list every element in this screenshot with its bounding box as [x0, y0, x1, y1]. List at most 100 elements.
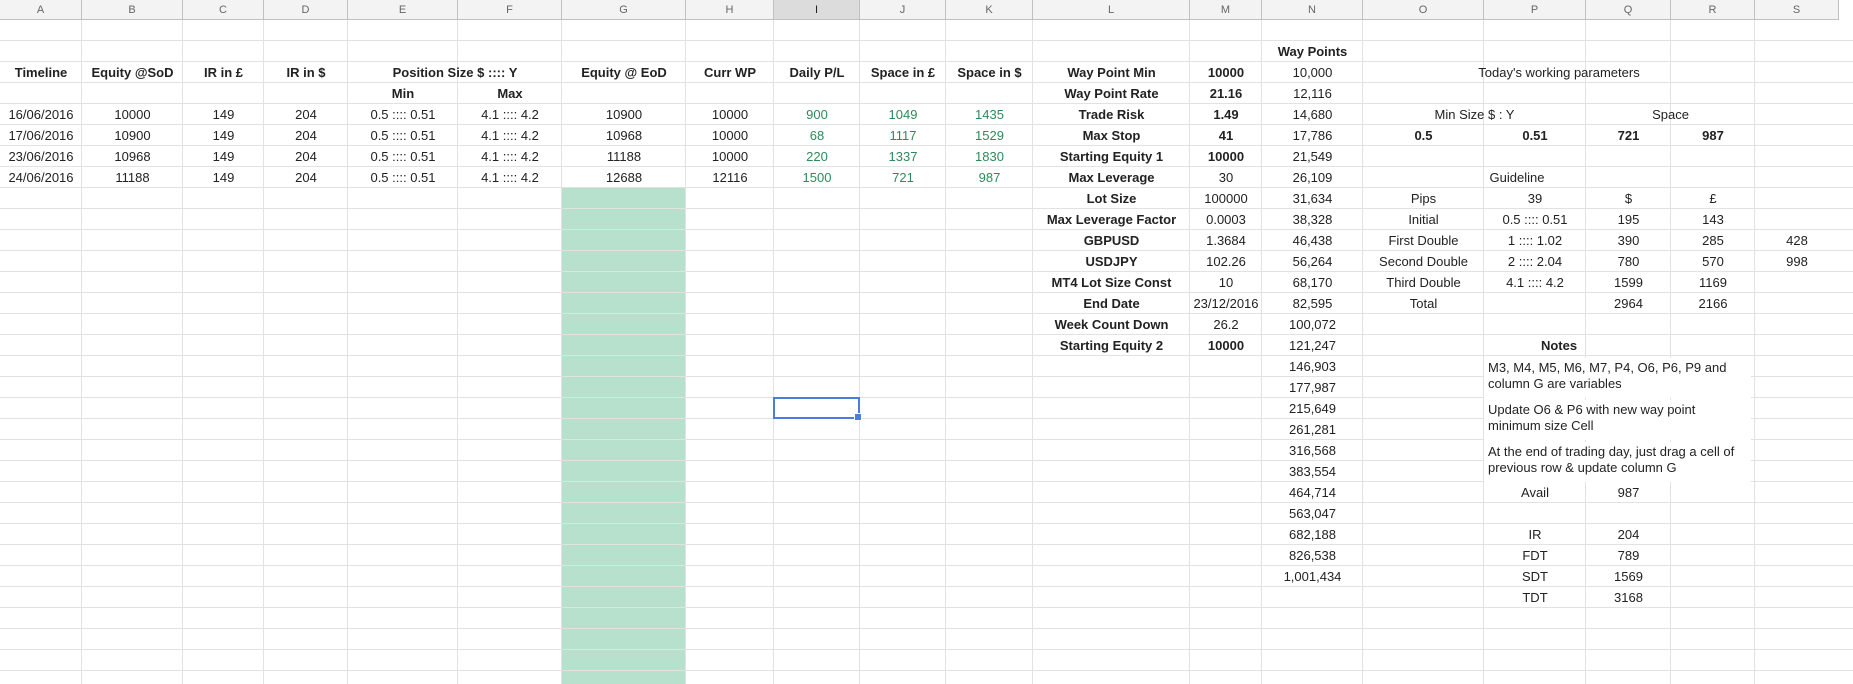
column-header-l[interactable]: L	[1033, 0, 1190, 20]
guideline-row-size[interactable]: 1 :::: 1.02	[1484, 230, 1586, 251]
data-cell-ir_gbp[interactable]: 149	[183, 146, 264, 167]
waypoint-value[interactable]: 21,549	[1262, 146, 1363, 167]
header-j[interactable]: Space in £	[860, 62, 946, 83]
header-g[interactable]: Equity @ EoD	[562, 62, 686, 83]
guideline-row-label[interactable]: First Double	[1363, 230, 1484, 251]
data-cell-ir_usd[interactable]: 204	[264, 125, 348, 146]
guideline-row-extra[interactable]	[1755, 293, 1839, 314]
data-cell-curr_wp[interactable]: 12116	[686, 167, 774, 188]
waypoint-value[interactable]: 12,116	[1262, 83, 1363, 104]
space-label[interactable]: Space	[1586, 104, 1755, 125]
guideline-row-extra[interactable]: 998	[1755, 251, 1839, 272]
param-label[interactable]: Max Leverage Factor	[1033, 209, 1190, 230]
guideline-row-usd[interactable]: 390	[1586, 230, 1671, 251]
data-cell-equity_eod[interactable]: 11188	[562, 146, 686, 167]
summary-label[interactable]: SDT	[1484, 566, 1586, 587]
space-usd[interactable]: 721	[1586, 125, 1671, 146]
data-cell-equity_eod[interactable]: 10900	[562, 104, 686, 125]
param-label[interactable]: Max Stop	[1033, 125, 1190, 146]
waypoint-value[interactable]: 464,714	[1262, 482, 1363, 503]
param-label[interactable]: Lot Size	[1033, 188, 1190, 209]
guideline-row-gbp[interactable]: 143	[1671, 209, 1755, 230]
waypoint-value[interactable]: 31,634	[1262, 188, 1363, 209]
data-cell-ir_gbp[interactable]: 149	[183, 104, 264, 125]
data-cell-space_usd[interactable]: 1529	[946, 125, 1033, 146]
column-header-i[interactable]: I	[774, 0, 860, 20]
column-header-r[interactable]: R	[1671, 0, 1755, 20]
waypoint-value[interactable]: 1,001,434	[1262, 566, 1363, 587]
column-header-g[interactable]: G	[562, 0, 686, 20]
param-value[interactable]: 26.2	[1190, 314, 1262, 335]
data-cell-space_gbp[interactable]: 1117	[860, 125, 946, 146]
notes-title[interactable]: Notes	[1363, 335, 1755, 356]
waypoint-value[interactable]: 146,903	[1262, 356, 1363, 377]
summary-label[interactable]	[1484, 503, 1586, 524]
summary-label[interactable]: FDT	[1484, 545, 1586, 566]
data-cell-space_gbp[interactable]: 1337	[860, 146, 946, 167]
column-header-d[interactable]: D	[264, 0, 348, 20]
space-gbp[interactable]: 987	[1671, 125, 1755, 146]
column-header-q[interactable]: Q	[1586, 0, 1671, 20]
guideline-pips-value[interactable]: 39	[1484, 188, 1586, 209]
data-cell-pos_min[interactable]: 0.5 :::: 0.51	[348, 167, 458, 188]
header-k[interactable]: Space in $	[946, 62, 1033, 83]
data-cell-equity_sod[interactable]: 10000	[82, 104, 183, 125]
data-cell-space_gbp[interactable]: 721	[860, 167, 946, 188]
data-cell-ir_usd[interactable]: 204	[264, 104, 348, 125]
spreadsheet-grid[interactable]: A B C D E F G H I J K L M N O P Q R S Timeline Equity @SoD IR…	[0, 0, 1853, 684]
param-label[interactable]: Way Point Min	[1033, 62, 1190, 83]
data-cell-space_usd[interactable]: 1830	[946, 146, 1033, 167]
summary-value[interactable]: 1569	[1586, 566, 1671, 587]
guideline-row-usd[interactable]: 2964	[1586, 293, 1671, 314]
guideline-row-gbp[interactable]: 1169	[1671, 272, 1755, 293]
column-header-f[interactable]: F	[458, 0, 562, 20]
data-cell-ir_usd[interactable]: 204	[264, 146, 348, 167]
summary-value[interactable]: 204	[1586, 524, 1671, 545]
data-cell-equity_sod[interactable]: 11188	[82, 167, 183, 188]
waypoint-value[interactable]: 121,247	[1262, 335, 1363, 356]
data-cell-pos_min[interactable]: 0.5 :::: 0.51	[348, 125, 458, 146]
data-cell-space_usd[interactable]: 987	[946, 167, 1033, 188]
guideline-row-usd[interactable]: 1599	[1586, 272, 1671, 293]
data-cell-daily_pl[interactable]: 1500	[774, 167, 860, 188]
data-cell-date[interactable]: 17/06/2016	[0, 125, 82, 146]
waypoint-value[interactable]: 82,595	[1262, 293, 1363, 314]
column-header-h[interactable]: H	[686, 0, 774, 20]
data-cell-date[interactable]: 23/06/2016	[0, 146, 82, 167]
guideline-row-size[interactable]: 4.1 :::: 4.2	[1484, 272, 1586, 293]
param-value[interactable]: 100000	[1190, 188, 1262, 209]
fill-handle[interactable]	[854, 413, 862, 421]
waypoint-value[interactable]: 826,538	[1262, 545, 1363, 566]
data-cell-pos_max[interactable]: 4.1 :::: 4.2	[458, 146, 562, 167]
param-label[interactable]: End Date	[1033, 293, 1190, 314]
column-header-j[interactable]: J	[860, 0, 946, 20]
column-header-m[interactable]: M	[1190, 0, 1262, 20]
param-value[interactable]: 102.26	[1190, 251, 1262, 272]
subheader-min[interactable]: Min	[348, 83, 458, 104]
guideline-row-gbp[interactable]: 2166	[1671, 293, 1755, 314]
data-cell-ir_gbp[interactable]: 149	[183, 167, 264, 188]
header-b[interactable]: Equity @SoD	[82, 62, 183, 83]
param-value[interactable]: 21.16	[1190, 83, 1262, 104]
waypoint-value[interactable]: 215,649	[1262, 398, 1363, 419]
data-cell-daily_pl[interactable]: 68	[774, 125, 860, 146]
note-text[interactable]: At the end of trading day, just drag a c…	[1484, 442, 1751, 482]
note-text[interactable]: M3, M4, M5, M6, M7, P4, O6, P6, P9 and c…	[1484, 358, 1751, 398]
data-cell-pos_max[interactable]: 4.1 :::: 4.2	[458, 125, 562, 146]
data-cell-daily_pl[interactable]: 900	[774, 104, 860, 125]
header-d[interactable]: IR in $	[264, 62, 348, 83]
guideline-row-label[interactable]: Second Double	[1363, 251, 1484, 272]
param-value[interactable]: 10000	[1190, 146, 1262, 167]
summary-label[interactable]: IR	[1484, 524, 1586, 545]
data-cell-ir_gbp[interactable]: 149	[183, 125, 264, 146]
column-header-o[interactable]: O	[1363, 0, 1484, 20]
data-cell-space_usd[interactable]: 1435	[946, 104, 1033, 125]
waypoint-value[interactable]: 26,109	[1262, 167, 1363, 188]
header-position-size[interactable]: Position Size $ :::: Y	[348, 62, 562, 83]
data-cell-curr_wp[interactable]: 10000	[686, 146, 774, 167]
column-header-k[interactable]: K	[946, 0, 1033, 20]
data-cell-pos_max[interactable]: 4.1 :::: 4.2	[458, 167, 562, 188]
waypoint-value[interactable]: 17,786	[1262, 125, 1363, 146]
data-cell-curr_wp[interactable]: 10000	[686, 125, 774, 146]
guideline-row-extra[interactable]	[1755, 209, 1839, 230]
